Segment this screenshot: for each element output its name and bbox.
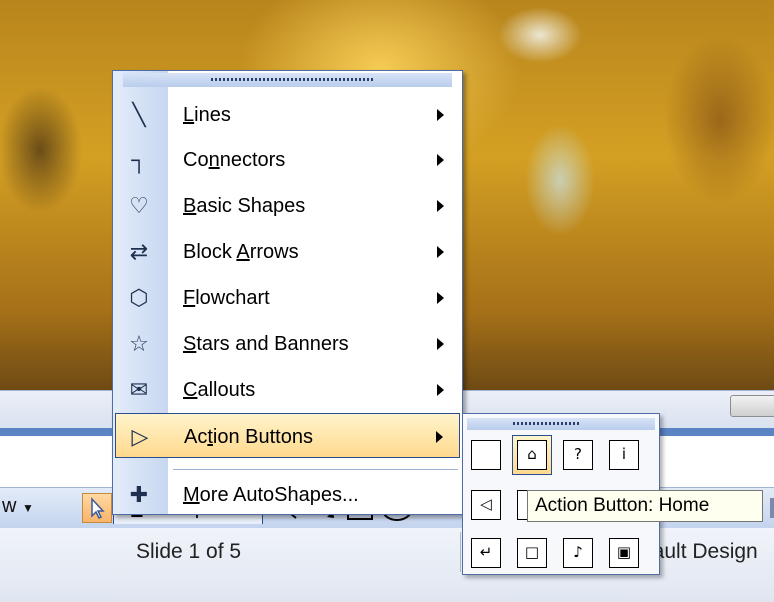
- action-button-custom-icon[interactable]: [471, 440, 501, 470]
- block-arrows-icon: ⇄: [129, 239, 149, 264]
- menu-label-part: A: [236, 241, 250, 263]
- stars-banners-icon: ☆: [129, 331, 149, 356]
- action-button-information-icon[interactable]: i: [609, 440, 639, 470]
- menu-float-grip[interactable]: [123, 73, 452, 87]
- menu-item-basic-shapes[interactable]: ♡ Basic Shapes: [115, 183, 460, 228]
- menu-item-action-buttons[interactable]: ▷ Action Buttons: [115, 413, 460, 458]
- action-button-home-icon[interactable]: ⌂: [517, 440, 547, 470]
- connectors-icon: ┐: [131, 147, 147, 172]
- submenu-arrow-icon: [437, 384, 444, 396]
- grip-dots: [211, 78, 374, 81]
- menu-item-label: Flowchart: [183, 287, 270, 310]
- menu-label-part: Co: [183, 149, 209, 171]
- toolbar-overflow[interactable]: [770, 498, 774, 518]
- status-divider: [460, 532, 461, 572]
- menu-item-label: Connectors: [183, 149, 285, 172]
- menu-label-part: M: [183, 484, 200, 506]
- tooltip: Action Button: Home: [527, 490, 763, 522]
- submenu-arrow-icon: [437, 292, 444, 304]
- menu-label-part: tars and Banners: [196, 333, 349, 355]
- submenu-arrow-icon: [437, 154, 444, 166]
- menu-label-part: asic Shapes: [196, 195, 306, 217]
- menu-item-stars-banners[interactable]: ☆ Stars and Banners: [115, 321, 460, 366]
- more-autoshapes-icon: ✚: [129, 482, 149, 507]
- action-button-document-icon[interactable]: □: [517, 538, 547, 568]
- draw-menu-label: w: [2, 495, 17, 517]
- menu-item-label: Lines: [183, 104, 231, 127]
- menu-item-connectors[interactable]: ┐ Connectors: [115, 137, 460, 182]
- callouts-icon: ✉: [129, 377, 149, 402]
- submenu-arrow-icon: [437, 200, 444, 212]
- menu-item-label: Block Arrows: [183, 241, 299, 264]
- menu-label-part: rrows: [249, 241, 299, 263]
- menu-item-label: Basic Shapes: [183, 195, 305, 218]
- menu-item-label: More AutoShapes...: [183, 484, 359, 507]
- menu-label-part: S: [183, 333, 197, 355]
- menu-item-more-autoshapes[interactable]: ✚ More AutoShapes...: [115, 472, 460, 517]
- menu-label-part: allouts: [197, 379, 256, 401]
- menu-label-part: F: [183, 287, 196, 309]
- menu-label-part: n: [208, 149, 220, 171]
- action-button-sound-icon[interactable]: ♪: [563, 538, 593, 568]
- menu-label-part: nectors: [219, 149, 286, 171]
- menu-label-part: C: [183, 379, 198, 401]
- scrollbar-thumb[interactable]: [730, 395, 774, 417]
- menu-item-label: Stars and Banners: [183, 333, 349, 356]
- menu-item-flowchart[interactable]: ⬡ Flowchart: [115, 275, 460, 320]
- dropdown-arrow-icon: ▼: [22, 501, 34, 515]
- menu-item-label: Callouts: [183, 379, 255, 402]
- menu-item-lines[interactable]: ╲ Lines: [115, 92, 460, 137]
- select-objects-button[interactable]: [82, 493, 112, 523]
- menu-label-part: Ac: [184, 426, 208, 448]
- submenu-arrow-icon: [436, 431, 443, 443]
- menu-label-part: B: [183, 195, 197, 217]
- lines-icon: ╲: [132, 102, 146, 127]
- action-button-movie-icon[interactable]: ▣: [609, 538, 639, 568]
- submenu-arrow-icon: [437, 246, 444, 258]
- menu-label-part: Block: [183, 241, 237, 263]
- menu-item-block-arrows[interactable]: ⇄ Block Arrows: [115, 229, 460, 274]
- menu-label-part: L: [183, 104, 195, 126]
- menu-label-part: ines: [194, 104, 231, 126]
- action-button-return-icon[interactable]: ↵: [471, 538, 501, 568]
- submenu-arrow-icon: [437, 109, 444, 121]
- flowchart-icon: ⬡: [129, 285, 149, 310]
- grip-dots: [513, 422, 579, 425]
- submenu-float-grip[interactable]: [467, 418, 655, 430]
- action-button-help-icon[interactable]: ?: [563, 440, 593, 470]
- pointer-arrow-icon: [91, 497, 105, 520]
- menu-separator: [173, 469, 458, 470]
- menu-item-callouts[interactable]: ✉ Callouts: [115, 367, 460, 412]
- basic-shapes-icon: ♡: [129, 193, 149, 218]
- menu-label-part: ore AutoShapes...: [199, 484, 359, 506]
- submenu-arrow-icon: [437, 338, 444, 350]
- menu-label-part: lowchart: [195, 287, 270, 309]
- action-buttons-icon: ▷: [131, 424, 149, 449]
- autoshapes-menu: ╲ Lines ┐ Connectors ♡ Basic Shapes ⇄ Block Arr…: [112, 70, 463, 515]
- menu-item-label: Action Buttons: [184, 426, 313, 449]
- draw-menu-button[interactable]: w ▼: [2, 495, 34, 518]
- slide-counter: Slide 1 of 5: [136, 540, 242, 563]
- action-button-back-icon[interactable]: ◁: [471, 490, 501, 520]
- menu-label-part: ion Buttons: [212, 426, 313, 448]
